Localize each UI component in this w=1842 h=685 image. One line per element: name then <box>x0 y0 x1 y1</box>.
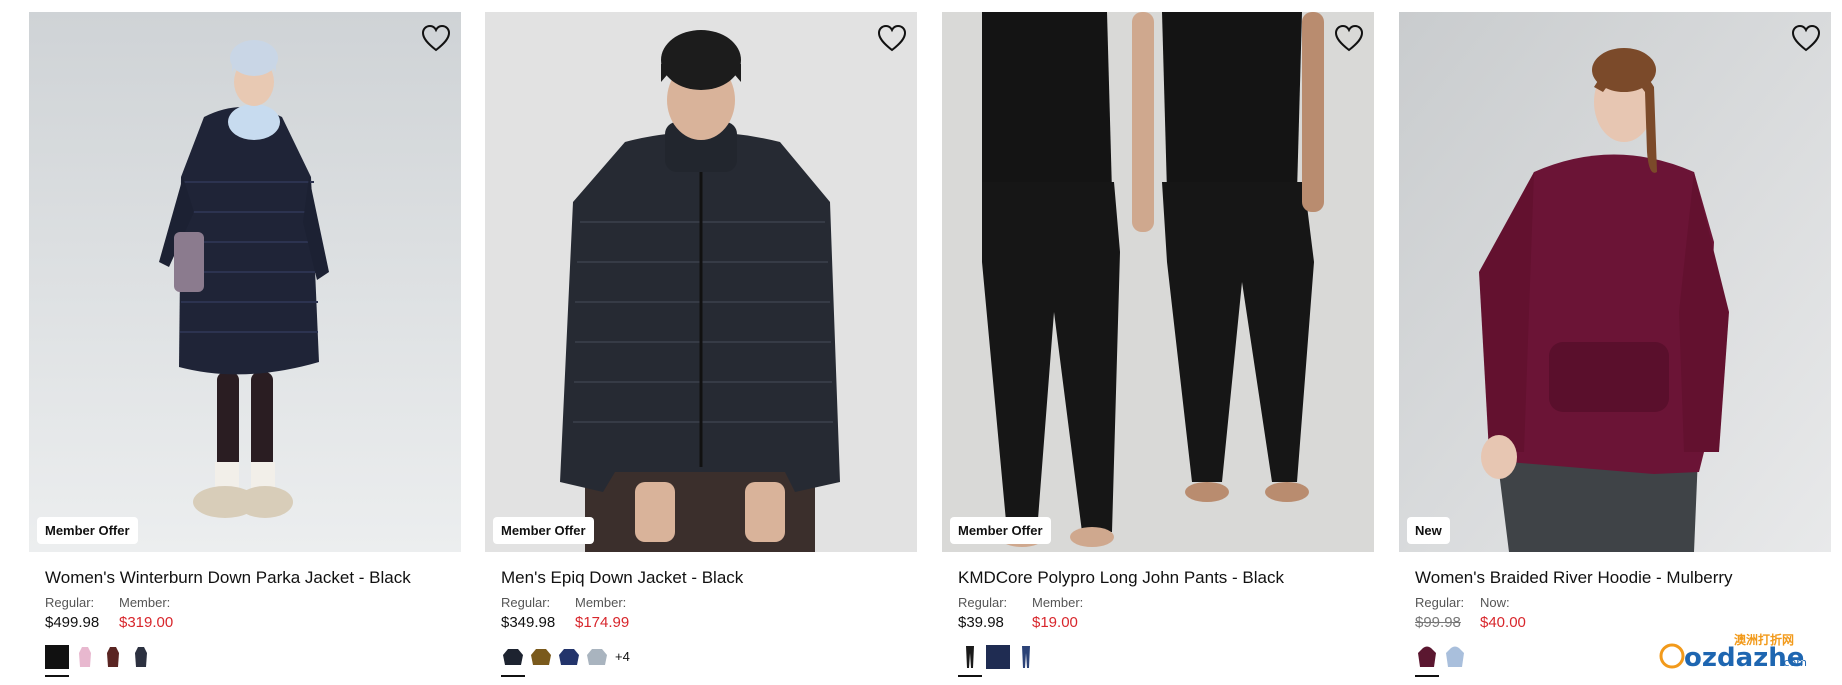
member-price: Member: $319.00 <box>119 595 173 634</box>
price-value: $99.98 <box>1415 614 1461 631</box>
product-badge: Member Offer <box>37 517 138 544</box>
swatch-blue[interactable] <box>1014 645 1038 669</box>
color-swatches <box>45 645 157 685</box>
product-title[interactable]: Women's Winterburn Down Parka Jacket - B… <box>45 568 411 588</box>
swatch-black[interactable] <box>45 645 69 677</box>
product-badge: Member Offer <box>493 517 594 544</box>
wishlist-heart-icon[interactable] <box>877 24 907 52</box>
price-label: Member: <box>1032 595 1084 610</box>
regular-price: Regular: $499.98 <box>45 595 99 634</box>
price-label: Regular: <box>1415 595 1465 610</box>
regular-price: Regular: $349.98 <box>501 595 555 634</box>
swatch-brown[interactable] <box>101 645 125 669</box>
swatch-pink[interactable] <box>73 645 97 669</box>
price-label: Member: <box>575 595 627 610</box>
product-card[interactable]: New Women's Braided River Hoodie - Mulbe… <box>1399 12 1831 685</box>
product-title[interactable]: Women's Braided River Hoodie - Mulberry <box>1415 568 1733 588</box>
product-photo <box>942 12 1374 552</box>
swatch-grey[interactable] <box>585 645 609 669</box>
product-image[interactable]: New <box>1399 12 1831 552</box>
regular-price: Regular: $39.98 <box>958 595 1007 634</box>
product-grid: Member Offer Women's Winterburn Down Par… <box>29 12 1837 685</box>
price-value: $19.00 <box>1032 614 1078 631</box>
product-badge: Member Offer <box>950 517 1051 544</box>
member-price: Member: $19.00 <box>1032 595 1083 634</box>
price-label: Regular: <box>958 595 1008 610</box>
price-label: Now: <box>1480 595 1510 610</box>
swatch-black[interactable] <box>501 645 525 677</box>
price-label: Regular: <box>501 595 551 610</box>
product-image[interactable]: Member Offer <box>942 12 1374 552</box>
price-value: $349.98 <box>501 614 556 631</box>
product-image[interactable]: Member Offer <box>29 12 461 552</box>
wishlist-heart-icon[interactable] <box>1791 24 1821 52</box>
watermark-logo: 澳洲打折网 ozdazhe .com <box>1656 628 1821 676</box>
product-card[interactable]: Member Offer Men's Epiq Down Jacket - Bl… <box>485 12 917 685</box>
price-value: $174.99 <box>575 614 630 631</box>
member-price: Member: $174.99 <box>575 595 629 634</box>
product-card[interactable]: Member Offer KMDCore Polypro Long John P… <box>942 12 1374 685</box>
product-title[interactable]: Men's Epiq Down Jacket - Black <box>501 568 743 588</box>
color-swatches <box>1415 645 1471 685</box>
regular-price: Regular: $99.98 <box>1415 595 1464 634</box>
swatch-navy[interactable] <box>129 645 153 669</box>
watermark-suffix-text: .com <box>1780 656 1807 669</box>
swatch-bronze[interactable] <box>529 645 553 669</box>
price-value: $319.00 <box>119 614 174 631</box>
wishlist-heart-icon[interactable] <box>421 24 451 52</box>
product-badge: New <box>1407 517 1450 544</box>
product-photo <box>1399 12 1831 552</box>
color-swatches <box>958 645 1042 685</box>
swatch-black[interactable] <box>958 645 982 677</box>
color-swatches: +4 <box>501 645 630 685</box>
product-title[interactable]: KMDCore Polypro Long John Pants - Black <box>958 568 1284 588</box>
price-label: Regular: <box>45 595 95 610</box>
price-value: $40.00 <box>1480 614 1526 631</box>
product-photo <box>29 12 461 552</box>
swatch-mulberry[interactable] <box>1415 645 1439 677</box>
swatch-light-blue[interactable] <box>1443 645 1467 669</box>
swatch-blue[interactable] <box>557 645 581 669</box>
swatch-navy[interactable] <box>986 645 1010 669</box>
price-value: $499.98 <box>45 614 100 631</box>
price-label: Member: <box>119 595 171 610</box>
product-card[interactable]: Member Offer Women's Winterburn Down Par… <box>29 12 461 685</box>
sale-price: Now: $40.00 <box>1480 595 1526 634</box>
product-image[interactable]: Member Offer <box>485 12 917 552</box>
wishlist-heart-icon[interactable] <box>1334 24 1364 52</box>
more-colors-link[interactable]: +4 <box>615 645 630 669</box>
product-photo <box>485 12 917 552</box>
price-value: $39.98 <box>958 614 1004 631</box>
